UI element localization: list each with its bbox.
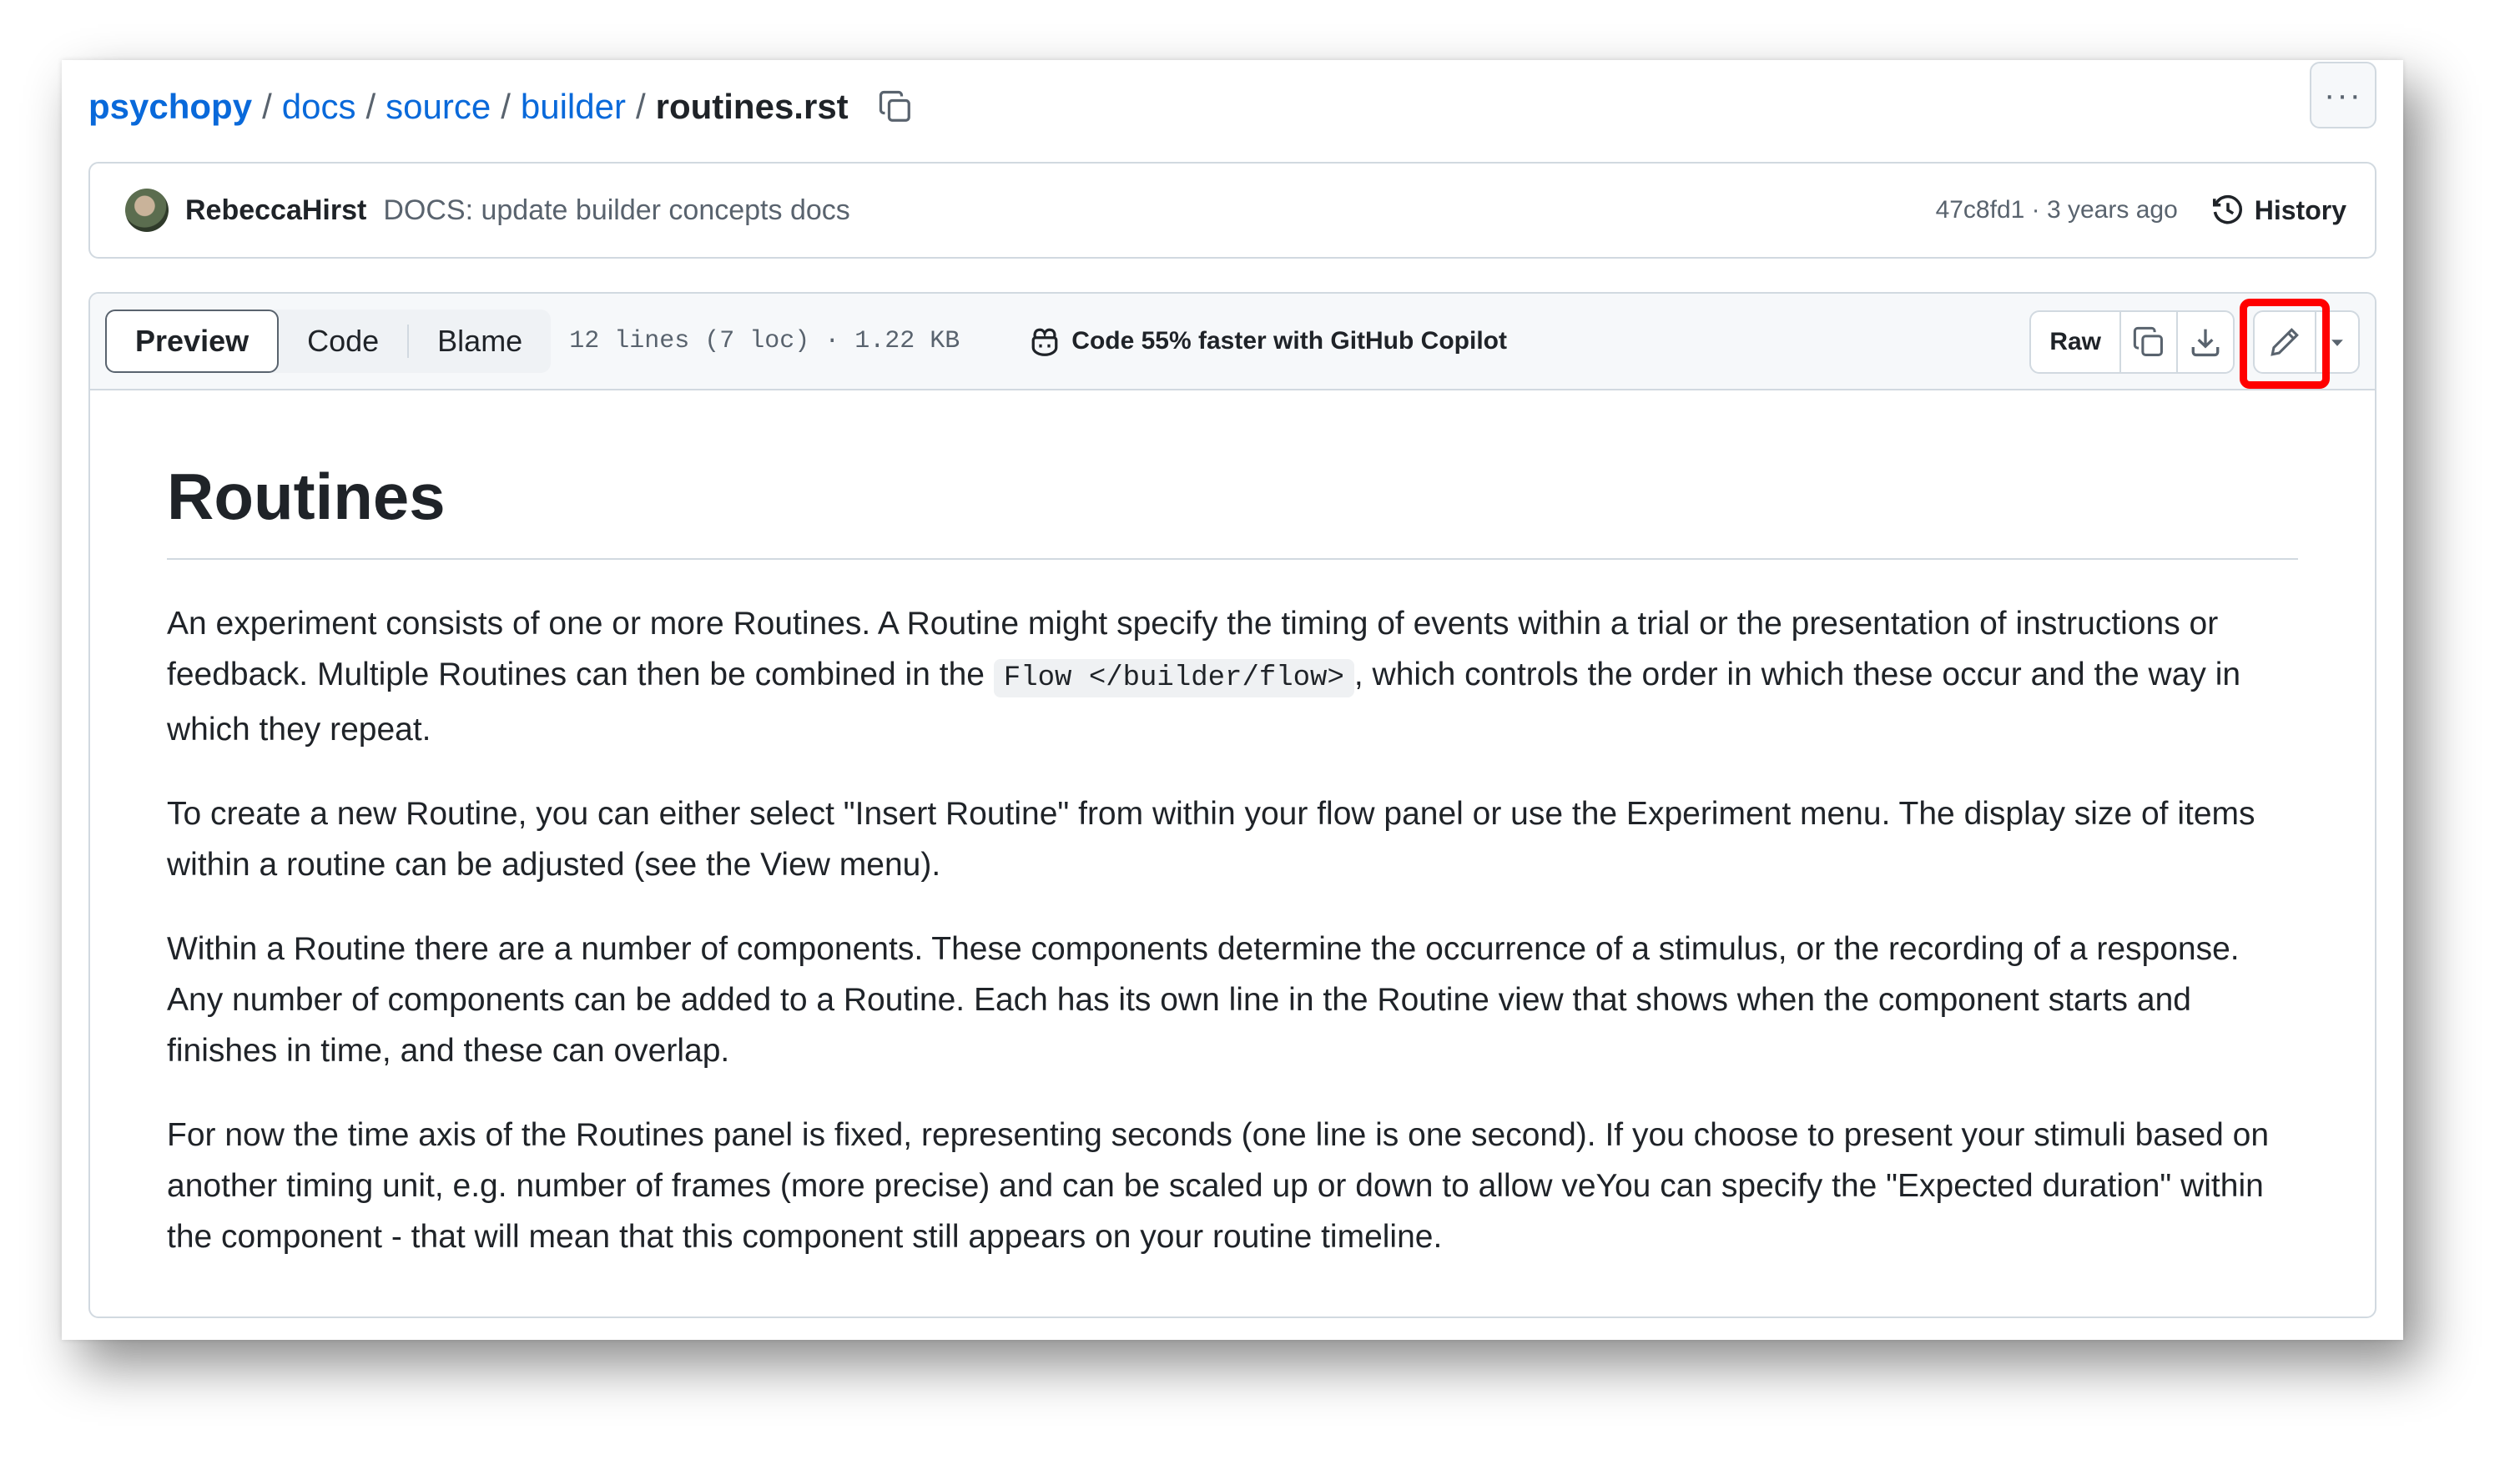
commit-message[interactable]: DOCS: update builder concepts docs [383, 194, 849, 227]
download-button[interactable] [2176, 312, 2233, 372]
tab-preview[interactable]: Preview [105, 310, 280, 373]
copilot-promo-link[interactable]: Code 55% faster with GitHub Copilot [1028, 325, 1507, 358]
edit-button-group [2240, 299, 2360, 389]
tab-blame[interactable]: Blame [409, 310, 551, 373]
file-header: Preview Code Blame 12 lines (7 loc) · 1.… [90, 294, 2375, 390]
paragraph-4: For now the time axis of the Routines pa… [167, 1117, 2270, 1255]
file-viewer: Preview Code Blame 12 lines (7 loc) · 1.… [88, 292, 2376, 1318]
raw-button[interactable]: Raw [2031, 312, 2119, 372]
latest-commit-bar: RebeccaHirst DOCS: update builder concep… [88, 162, 2376, 259]
github-file-view: psychopy / docs / source / builder / rou… [62, 60, 2403, 1340]
history-label: History [2254, 194, 2346, 225]
breadcrumb-source-link[interactable]: source [386, 87, 491, 127]
breadcrumb-docs-link[interactable]: docs [282, 87, 356, 127]
tab-code[interactable]: Code [279, 310, 407, 373]
history-icon [2212, 194, 2242, 224]
file-actions: Raw [2029, 299, 2360, 389]
breadcrumb-repo-link[interactable]: psychopy [88, 87, 252, 127]
caret-down-icon [2331, 340, 2343, 346]
edit-file-button[interactable] [2255, 312, 2315, 372]
paragraph-3: Within a Routine there are a number of c… [167, 931, 2240, 1069]
history-button[interactable]: History [2211, 194, 2346, 227]
paragraph-1: An experiment consists of one or more Ro… [167, 598, 2298, 755]
breadcrumb-separator: / [365, 87, 376, 126]
pencil-icon [2271, 328, 2299, 356]
edit-options-dropdown[interactable] [2315, 312, 2358, 372]
paragraph-2: To create a new Routine, you can either … [167, 796, 2255, 883]
copilot-icon [1031, 328, 1058, 356]
markdown-body: Routines An experiment consists of one o… [90, 390, 2375, 1262]
view-mode-toggle: Preview Code Blame [105, 310, 552, 373]
breadcrumb: psychopy / docs / source / builder / rou… [88, 73, 914, 140]
breadcrumb-current-file: routines.rst [655, 87, 849, 126]
download-icon [2191, 329, 2220, 357]
breadcrumb-separator: / [635, 87, 646, 126]
avatar[interactable] [125, 189, 169, 232]
copy-icon [2133, 326, 2163, 356]
file-action-group: Raw [2029, 310, 2235, 374]
more-options-button[interactable]: ··· [2310, 62, 2376, 128]
file-stats: 12 lines (7 loc) · 1.22 KB [569, 327, 960, 355]
copy-path-icon[interactable] [877, 88, 914, 125]
commit-hash-and-time[interactable]: 47c8fd1 · 3 years ago [1936, 196, 2178, 224]
page-title: Routines [167, 459, 2298, 560]
breadcrumb-separator: / [501, 87, 511, 126]
copilot-label: Code 55% faster with GitHub Copilot [1071, 327, 1507, 355]
breadcrumb-separator: / [262, 87, 272, 126]
commit-author[interactable]: RebeccaHirst [185, 194, 366, 227]
breadcrumb-builder-link[interactable]: builder [521, 87, 626, 127]
copy-raw-button[interactable] [2119, 312, 2176, 372]
inline-code: Flow </builder/flow> [993, 659, 1354, 697]
